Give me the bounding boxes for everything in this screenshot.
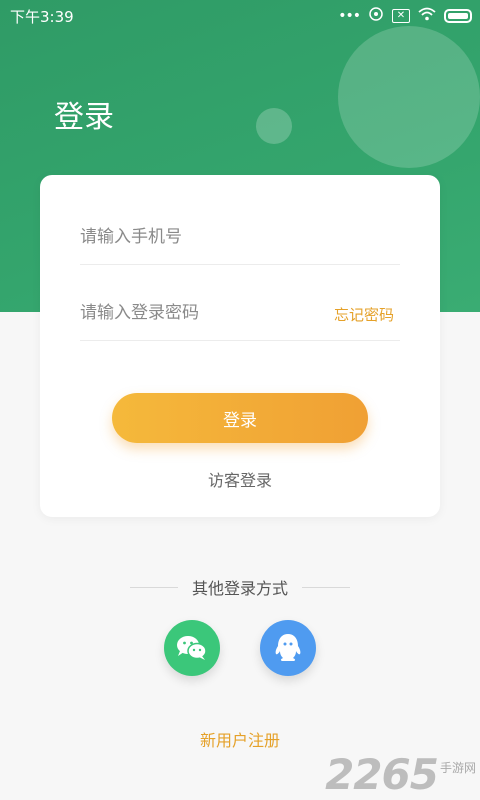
- phone-field: [80, 209, 400, 265]
- other-login-divider: 其他登录方式: [130, 576, 351, 598]
- qq-login-button[interactable]: [260, 620, 316, 676]
- page-title: 登录: [54, 100, 114, 135]
- status-time: 下午3:39: [10, 8, 74, 26]
- qq-icon: [275, 634, 301, 661]
- divider-line-right: [302, 586, 351, 588]
- guest-login-link[interactable]: 访客登录: [40, 467, 440, 491]
- phone-input[interactable]: [80, 223, 320, 251]
- register-link[interactable]: 新用户注册: [0, 727, 480, 751]
- login-card: 忘记密码 登录 访客登录: [40, 175, 440, 517]
- other-login-title: 其他登录方式: [192, 579, 289, 598]
- status-icons: ••• ✕: [338, 6, 472, 26]
- watermark-text: 手游网: [439, 761, 476, 775]
- login-button[interactable]: 登录: [112, 393, 368, 443]
- password-field: 忘记密码: [80, 285, 400, 341]
- battery-icon: [444, 9, 472, 23]
- forgot-password-link[interactable]: 忘记密码: [334, 304, 394, 325]
- decorative-circle: [338, 26, 480, 168]
- hotspot-icon: [368, 6, 384, 26]
- wechat-icon: [177, 636, 207, 660]
- status-bar: 下午3:39 ••• ✕: [0, 0, 480, 30]
- password-input[interactable]: [80, 299, 320, 327]
- dots-icon: •••: [338, 8, 361, 24]
- divider-line-left: [130, 586, 178, 588]
- wechat-login-button[interactable]: [164, 620, 220, 676]
- wifi-icon: [418, 7, 436, 25]
- watermark-number: 2265: [325, 750, 439, 799]
- watermark: 2265 手游网: [325, 754, 476, 796]
- sim-x-icon: ✕: [392, 9, 410, 23]
- decorative-circle-small: [256, 108, 292, 144]
